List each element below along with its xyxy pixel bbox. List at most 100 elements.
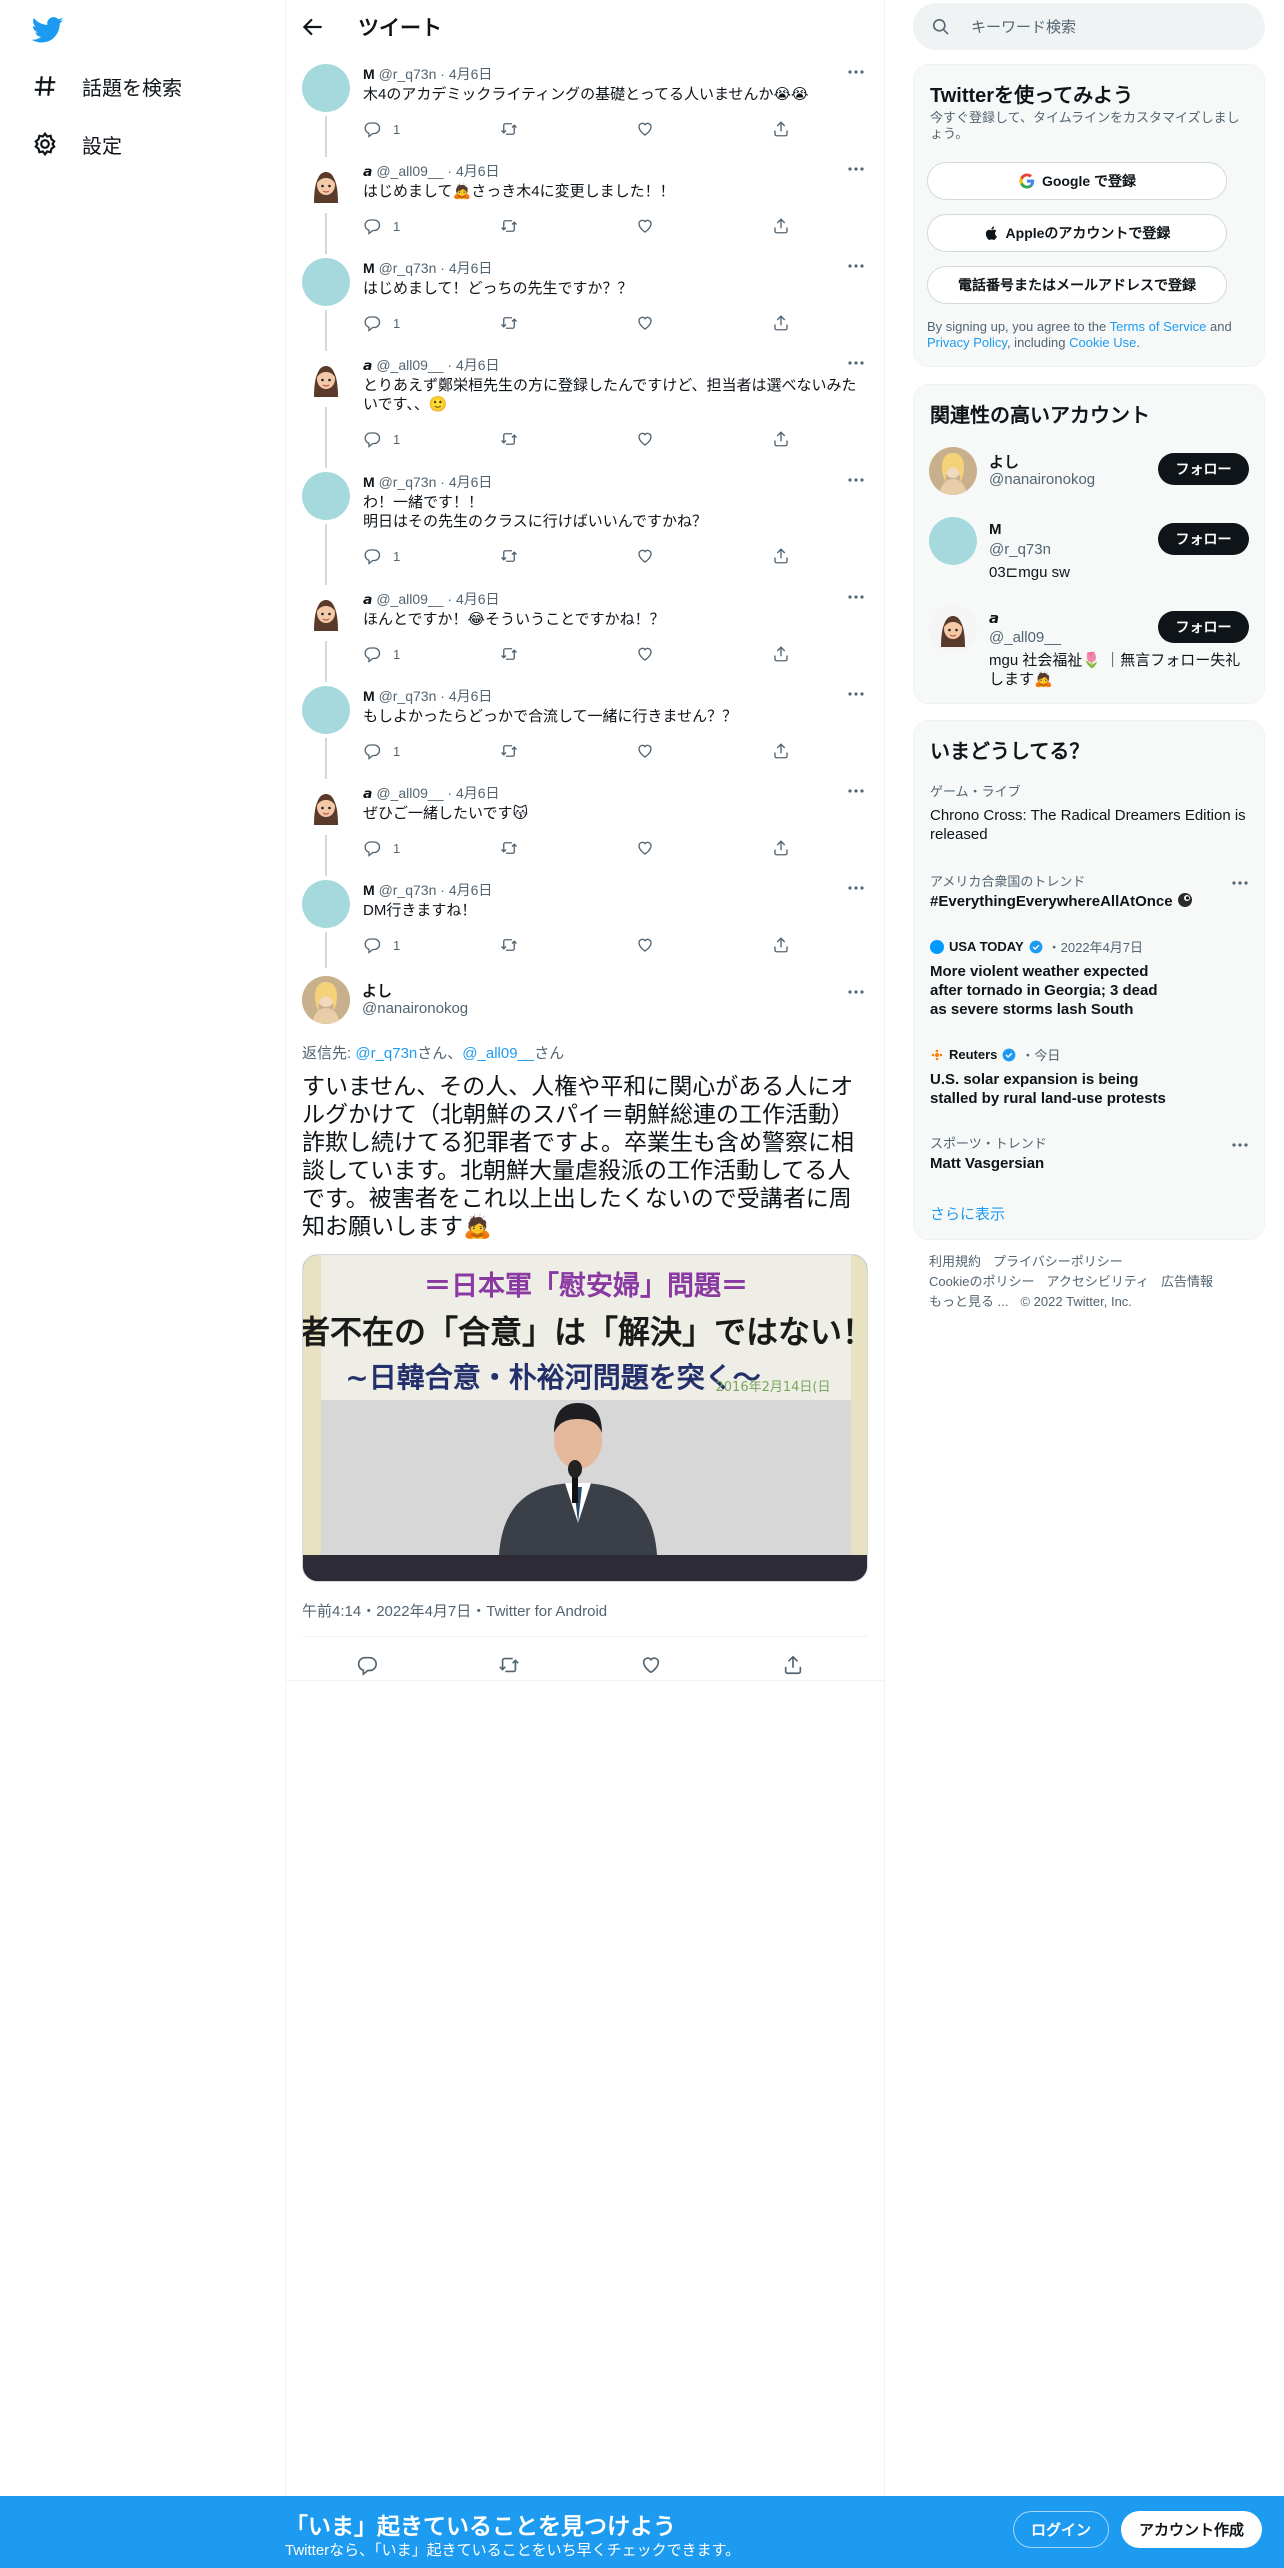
tweet-timestamp[interactable]: 午前4:14・2022年4月7日・Twitter for Android bbox=[302, 1600, 607, 1621]
like-action[interactable] bbox=[636, 216, 654, 236]
tweet-date[interactable]: 4月6日 bbox=[449, 474, 493, 490]
trend-item[interactable]: スポーツ・トレンド Matt Vasgersian bbox=[930, 1135, 1250, 1173]
more-options-icon[interactable] bbox=[846, 878, 866, 898]
share-action[interactable] bbox=[772, 935, 790, 955]
author-name[interactable]: M bbox=[363, 882, 375, 898]
retweet-action[interactable] bbox=[500, 119, 518, 139]
search-input[interactable] bbox=[971, 15, 1241, 39]
share-action[interactable] bbox=[772, 741, 790, 761]
more-options-icon[interactable] bbox=[846, 781, 866, 801]
retweet-action[interactable] bbox=[500, 935, 518, 955]
author-name[interactable]: M bbox=[363, 474, 375, 490]
nav-settings[interactable]: 設定 bbox=[32, 124, 122, 164]
like-icon[interactable] bbox=[640, 1654, 662, 1676]
more-options-icon[interactable] bbox=[846, 256, 866, 276]
avatar[interactable] bbox=[302, 355, 350, 403]
author-name[interactable]: 𝙖 bbox=[363, 591, 372, 607]
author-name[interactable]: よし bbox=[362, 980, 392, 1001]
retweet-action[interactable] bbox=[500, 429, 518, 449]
retweet-action[interactable] bbox=[500, 216, 518, 236]
reply-action[interactable]: 1 bbox=[363, 546, 400, 566]
author-handle[interactable]: @_all09__ bbox=[376, 591, 443, 607]
tweet-date[interactable]: 4月6日 bbox=[456, 163, 500, 179]
like-action[interactable] bbox=[636, 644, 654, 664]
like-action[interactable] bbox=[636, 313, 654, 333]
footer-privacy-link[interactable]: プライバシーポリシー bbox=[993, 1254, 1123, 1269]
author-handle[interactable]: @r_q73n bbox=[379, 66, 437, 82]
share-action[interactable] bbox=[772, 838, 790, 858]
avatar[interactable] bbox=[302, 783, 350, 831]
trend-item[interactable]: アメリカ合衆国のトレンド #EverythingEverywhereAllAtO… bbox=[930, 873, 1250, 911]
like-action[interactable] bbox=[636, 429, 654, 449]
more-options-icon[interactable] bbox=[846, 62, 866, 82]
share-action[interactable] bbox=[772, 429, 790, 449]
author-handle[interactable]: @nanaironokog bbox=[362, 1000, 468, 1017]
more-options-icon[interactable] bbox=[846, 587, 866, 607]
follow-button[interactable]: フォロー bbox=[1158, 453, 1249, 485]
footer-more-link[interactable]: もっと見る ... bbox=[929, 1294, 1008, 1309]
trend-item[interactable]: ゲーム・ライブ Chrono Cross: The Radical Dreame… bbox=[930, 783, 1250, 844]
author-handle[interactable]: @r_q73n bbox=[379, 882, 437, 898]
avatar[interactable] bbox=[302, 472, 350, 520]
follow-button[interactable]: フォロー bbox=[1158, 611, 1249, 643]
reply-action[interactable]: 1 bbox=[363, 741, 400, 761]
author-name[interactable]: M bbox=[363, 260, 375, 276]
share-action[interactable] bbox=[772, 119, 790, 139]
mention-link[interactable]: @_all09__ bbox=[462, 1045, 534, 1062]
reply-action[interactable]: 1 bbox=[363, 313, 400, 333]
more-options-icon[interactable] bbox=[1230, 1135, 1250, 1155]
news-item[interactable]: Reuters ・今日 U.S. solar expansion is bein… bbox=[930, 1045, 1250, 1108]
reply-action[interactable]: 1 bbox=[363, 216, 400, 236]
footer-cookie-link[interactable]: Cookieのポリシー bbox=[929, 1274, 1034, 1289]
privacy-link[interactable]: Privacy Policy bbox=[927, 335, 1007, 350]
tweet-date[interactable]: 4月6日 bbox=[449, 688, 493, 704]
share-icon[interactable] bbox=[782, 1654, 804, 1676]
like-action[interactable] bbox=[636, 935, 654, 955]
reply-action[interactable]: 1 bbox=[363, 644, 400, 664]
tweet-date[interactable]: 4月6日 bbox=[449, 260, 493, 276]
nav-explore[interactable]: 話題を検索 bbox=[32, 66, 182, 106]
more-options-icon[interactable] bbox=[846, 470, 866, 490]
avatar[interactable] bbox=[302, 976, 350, 1024]
avatar[interactable] bbox=[302, 64, 350, 112]
author-name[interactable]: M bbox=[363, 66, 375, 82]
author-name[interactable]: 𝙖 bbox=[363, 357, 372, 373]
footer-terms-link[interactable]: 利用規約 bbox=[929, 1254, 981, 1269]
follow-button[interactable]: フォロー bbox=[1158, 523, 1249, 555]
mention-link[interactable]: @r_q73n bbox=[355, 1045, 417, 1062]
share-action[interactable] bbox=[772, 313, 790, 333]
like-action[interactable] bbox=[636, 119, 654, 139]
author-handle[interactable]: @r_q73n bbox=[379, 260, 437, 276]
more-options-icon[interactable] bbox=[1230, 873, 1250, 893]
author-name[interactable]: 𝙖 bbox=[363, 163, 372, 179]
author-handle[interactable]: @r_q73n bbox=[379, 474, 437, 490]
tweet-date[interactable]: 4月6日 bbox=[456, 357, 500, 373]
tweet-date[interactable]: 4月6日 bbox=[456, 591, 500, 607]
signup-button[interactable]: アカウント作成 bbox=[1121, 2511, 1262, 2548]
author-handle[interactable]: @_all09__ bbox=[376, 785, 443, 801]
avatar[interactable] bbox=[302, 880, 350, 928]
share-action[interactable] bbox=[772, 216, 790, 236]
retweet-icon[interactable] bbox=[498, 1654, 520, 1676]
reply-action[interactable]: 1 bbox=[363, 429, 400, 449]
google-signup-button[interactable]: Google で登録 bbox=[927, 162, 1227, 200]
reply-action[interactable]: 1 bbox=[363, 935, 400, 955]
like-action[interactable] bbox=[636, 546, 654, 566]
footer-ads-link[interactable]: 広告情報 bbox=[1161, 1274, 1213, 1289]
author-handle[interactable]: @_all09__ bbox=[376, 163, 443, 179]
more-options-icon[interactable] bbox=[846, 684, 866, 704]
apple-signup-button[interactable]: Appleのアカウントで登録 bbox=[927, 214, 1227, 252]
reply-action[interactable]: 1 bbox=[363, 119, 400, 139]
terms-link[interactable]: Terms of Service bbox=[1110, 319, 1207, 334]
avatar[interactable] bbox=[302, 161, 350, 209]
tweet-date[interactable]: 4月6日 bbox=[449, 882, 493, 898]
search-bar[interactable] bbox=[913, 3, 1265, 50]
tweet-media[interactable]: ＝日本軍「慰安婦」問題＝ 者不在の「合意」は「解決」ではない！ ~日韓合意・朴裕… bbox=[302, 1254, 868, 1582]
tweet-date[interactable]: 4月6日 bbox=[456, 785, 500, 801]
avatar[interactable] bbox=[302, 686, 350, 734]
news-item[interactable]: USA TODAY ・2022年4月7日 More violent weathe… bbox=[930, 937, 1250, 1019]
avatar[interactable] bbox=[302, 589, 350, 637]
login-button[interactable]: ログイン bbox=[1013, 2511, 1109, 2548]
author-handle[interactable]: @_all09__ bbox=[376, 357, 443, 373]
back-arrow-icon[interactable] bbox=[300, 14, 326, 40]
